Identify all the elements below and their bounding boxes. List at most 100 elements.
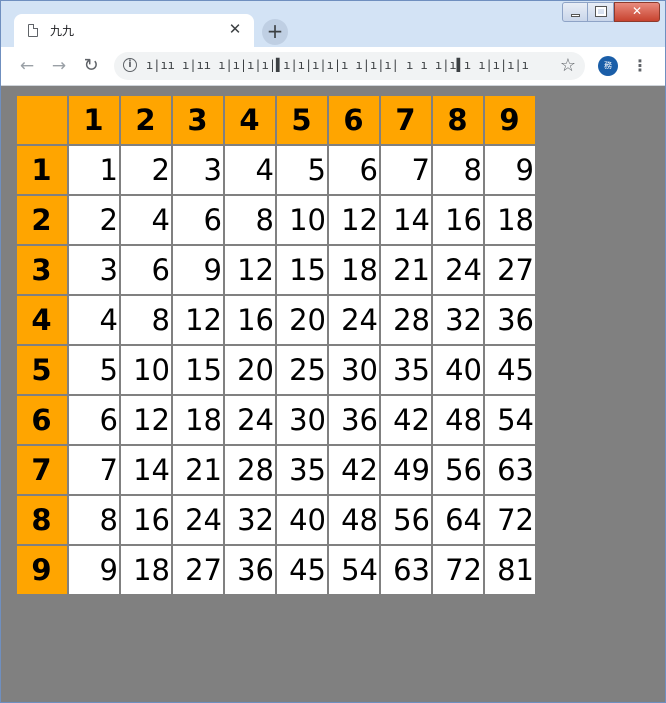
product-cell: 8: [223, 194, 277, 246]
product-cell: 35: [275, 444, 329, 496]
product-cell: 4: [67, 294, 121, 346]
close-window-button[interactable]: [614, 2, 660, 22]
address-bar[interactable]: i ı|ıı ı|ıı ı|ı|ı|ı|▌ı|ı|ı|ı|ı ı|ı|ı| ı …: [114, 52, 585, 80]
product-cell: 9: [483, 144, 537, 196]
info-icon[interactable]: i: [123, 58, 137, 72]
product-cell: 8: [119, 294, 173, 346]
tab-title: 九九: [50, 24, 75, 38]
profile-avatar[interactable]: 務: [598, 56, 618, 76]
product-cell: 72: [431, 544, 485, 596]
product-cell: 2: [119, 144, 173, 196]
row-header: 5: [15, 344, 69, 396]
product-cell: 9: [67, 544, 121, 596]
product-cell: 32: [431, 294, 485, 346]
product-cell: 35: [379, 344, 433, 396]
product-cell: 2: [67, 194, 121, 246]
product-cell: 32: [223, 494, 277, 546]
product-cell: 21: [379, 244, 433, 296]
product-cell: 54: [327, 544, 381, 596]
col-header: 9: [483, 94, 537, 146]
product-cell: 9: [171, 244, 225, 296]
tab-close-icon[interactable]: ✕: [226, 20, 244, 38]
col-header: 6: [327, 94, 381, 146]
product-cell: 28: [223, 444, 277, 496]
product-cell: 3: [67, 244, 121, 296]
product-cell: 25: [275, 344, 329, 396]
row-header: 7: [15, 444, 69, 496]
product-cell: 40: [431, 344, 485, 396]
tab-kuku[interactable]: 九九 ✕: [14, 14, 254, 48]
product-cell: 6: [67, 394, 121, 446]
product-cell: 14: [379, 194, 433, 246]
product-cell: 18: [171, 394, 225, 446]
product-cell: 63: [379, 544, 433, 596]
product-cell: 24: [171, 494, 225, 546]
product-cell: 14: [119, 444, 173, 496]
product-cell: 42: [327, 444, 381, 496]
tab-strip: 九九 ✕ +: [1, 1, 665, 48]
product-cell: 20: [275, 294, 329, 346]
product-cell: 6: [171, 194, 225, 246]
reload-icon[interactable]: ↻: [79, 54, 103, 78]
product-cell: 49: [379, 444, 433, 496]
product-cell: 3: [171, 144, 225, 196]
product-cell: 36: [223, 544, 277, 596]
header-row: 1 2 3 4 5 6 7 8 9: [15, 94, 537, 146]
product-cell: 4: [223, 144, 277, 196]
url-text[interactable]: ı|ıı ı|ıı ı|ı|ı|ı|▌ı|ı|ı|ı|ı ı|ı|ı| ı ı …: [146, 58, 529, 72]
table-row: 2 2 4 6 8 10 12 14 16 18: [15, 194, 537, 246]
product-cell: 30: [327, 344, 381, 396]
product-cell: 48: [431, 394, 485, 446]
product-cell: 8: [67, 494, 121, 546]
product-cell: 36: [327, 394, 381, 446]
product-cell: 18: [119, 544, 173, 596]
row-header: 2: [15, 194, 69, 246]
table-row: 5 5 10 15 20 25 30 35 40 45: [15, 344, 537, 396]
product-cell: 24: [431, 244, 485, 296]
product-cell: 10: [119, 344, 173, 396]
product-cell: 45: [275, 544, 329, 596]
product-cell: 5: [275, 144, 329, 196]
browser-window: 九九 ✕ + ← → ↻ i ı|ıı ı|ıı ı|ı|ı|ı|▌ı|ı|ı|…: [0, 0, 666, 703]
product-cell: 1: [67, 144, 121, 196]
menu-dots-icon[interactable]: ⋮: [632, 55, 648, 77]
col-header: 7: [379, 94, 433, 146]
bookmark-star-icon[interactable]: ☆: [560, 55, 576, 76]
product-cell: 48: [327, 494, 381, 546]
back-arrow-icon[interactable]: ←: [15, 54, 39, 78]
col-header: 3: [171, 94, 225, 146]
product-cell: 12: [171, 294, 225, 346]
product-cell: 81: [483, 544, 537, 596]
table-row: 9 9 18 27 36 45 54 63 72 81: [15, 544, 537, 596]
product-cell: 45: [483, 344, 537, 396]
maximize-button[interactable]: [588, 2, 614, 22]
product-cell: 56: [431, 444, 485, 496]
product-cell: 64: [431, 494, 485, 546]
document-icon: [28, 24, 38, 37]
table-row: 1123456789: [15, 144, 537, 196]
table-row: 4 4 8 12 16 20 24 28 32 36: [15, 294, 537, 346]
col-header: 5: [275, 94, 329, 146]
multiplication-table: 1 2 3 4 5 6 7 8 9 1 1 2 3 4 5 6 7 8 9 2 2 4 6 8 10 12 14 1…: [15, 94, 537, 596]
corner-cell: [15, 94, 69, 146]
forward-arrow-icon[interactable]: →: [47, 54, 71, 78]
product-cell: 20: [223, 344, 277, 396]
product-cell: 16: [223, 294, 277, 346]
row-header: 8: [15, 494, 69, 546]
product-cell: 15: [171, 344, 225, 396]
product-cell: 8: [431, 144, 485, 196]
new-tab-button[interactable]: +: [262, 19, 288, 45]
table-row: 7 7 14 21 28 35 42 49 56 63: [15, 444, 537, 496]
product-cell: 6: [119, 244, 173, 296]
row-header: 3: [15, 244, 69, 296]
product-cell: 24: [327, 294, 381, 346]
minimize-button[interactable]: [562, 2, 588, 22]
table-row: 3 3 6 9 12 15 18 21 24 27: [15, 244, 537, 296]
product-cell: 21: [171, 444, 225, 496]
product-cell: 27: [483, 244, 537, 296]
product-cell: 63: [483, 444, 537, 496]
product-cell: 7: [67, 444, 121, 496]
browser-toolbar: ← → ↻ i ı|ıı ı|ıı ı|ı|ı|ı|▌ı|ı|ı|ı|ı ı|ı…: [1, 47, 665, 86]
product-cell: 4: [119, 194, 173, 246]
product-cell: 30: [275, 394, 329, 446]
